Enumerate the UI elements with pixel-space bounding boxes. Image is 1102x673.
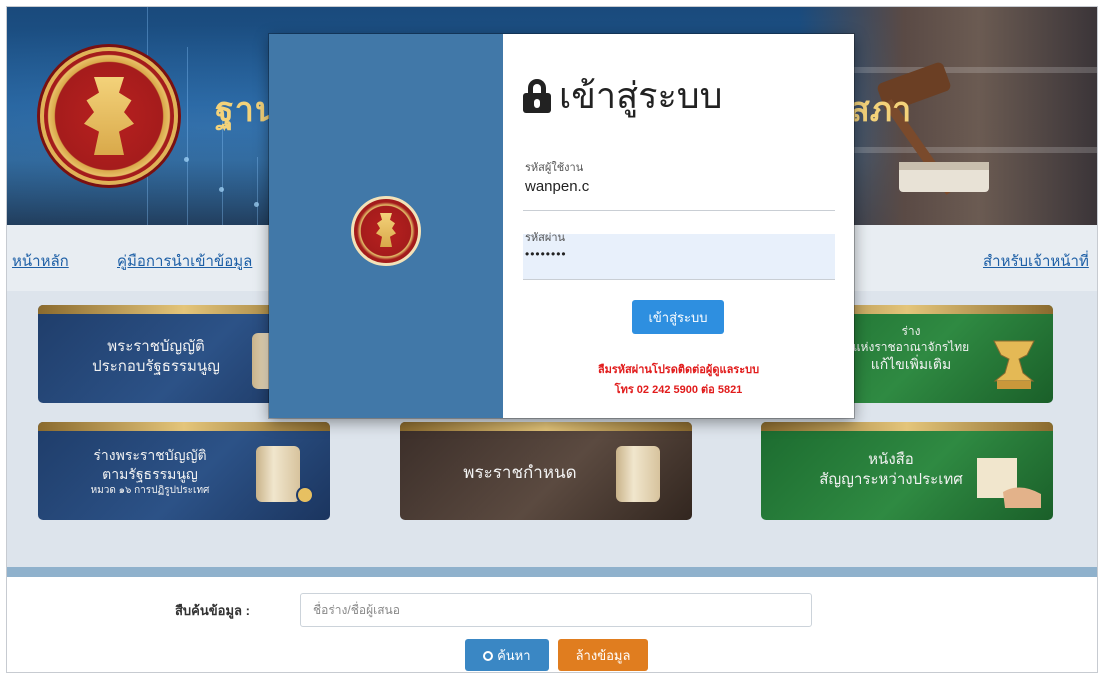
search-icon: [483, 650, 494, 661]
password-value: ••••••••: [525, 247, 567, 261]
tile-line: สัญญาระหว่างประเทศ: [819, 471, 963, 489]
contact-phone-note: โทร 02 242 5900 ต่อ 5821: [614, 384, 743, 396]
nav-home-link[interactable]: หน้าหลัก: [12, 249, 69, 273]
tile-line: พระราชบัญญัติ: [107, 338, 205, 355]
handshake-icon: [977, 458, 1041, 508]
phan-tray-icon: [993, 340, 1035, 389]
clear-button[interactable]: ล้างข้อมูล: [558, 639, 648, 671]
tile-reform-act[interactable]: ร่างพระราชบัญญัติ ตามรัฐธรรมนูญ หมวด ๑๖ …: [38, 422, 330, 520]
username-label: รหัสผู้ใช้งาน: [525, 162, 584, 174]
banner-title-right: สภา: [849, 90, 912, 130]
section-divider: [7, 567, 1097, 577]
search-label: สืบค้นข้อมูล :: [175, 603, 250, 618]
username-underline: [523, 210, 835, 211]
tile-line: หมวด ๑๖ การปฏิรูปประเทศ: [90, 484, 210, 496]
forgot-password-note: ลืมรหัสผ่านโปรดติดต่อผู้ดูแลระบบ: [597, 364, 760, 376]
username-field[interactable]: wanpen.c: [525, 178, 589, 195]
login-title: เข้าสู่ระบบ: [523, 67, 722, 124]
parliament-seal-logo: [40, 47, 178, 185]
modal-side-panel: [269, 34, 503, 418]
nav-staff-link[interactable]: สำหรับเจ้าหน้าที่: [983, 249, 1089, 273]
tile-line: ร่างพระราชบัญญัติ: [93, 447, 207, 463]
tile-international-treaty[interactable]: หนังสือ สัญญาระหว่างประเทศ: [761, 422, 1053, 520]
login-form: เข้าสู่ระบบ รหัสผู้ใช้งาน wanpen.c รหัสผ…: [503, 34, 854, 418]
search-section: สืบค้นข้อมูล : ค้นหา ล้างข้อมูล: [7, 577, 1097, 672]
tile-line: ตามรัฐธรรมนูญ: [102, 465, 198, 482]
search-button-label: ค้นหา: [497, 647, 531, 663]
scroll-icon: [616, 446, 660, 502]
login-modal: เข้าสู่ระบบ รหัสผู้ใช้งาน wanpen.c รหัสผ…: [269, 34, 854, 418]
page-frame: ฐาน สภา หน้าหลัก คู่มือการนำเข้าข้อมูล ส…: [6, 6, 1098, 673]
tile-line: พระราชกำหนด: [463, 463, 577, 482]
search-input[interactable]: [300, 593, 812, 627]
nav-manual-link[interactable]: คู่มือการนำเข้าข้อมูล: [117, 249, 252, 273]
scroll-icon: [256, 446, 300, 502]
tile-royal-decree[interactable]: พระราชกำหนด: [400, 422, 692, 520]
parliament-seal-logo: [351, 196, 421, 266]
login-button[interactable]: เข้าสู่ระบบ: [632, 300, 724, 334]
password-label: รหัสผ่าน: [525, 232, 566, 244]
search-button[interactable]: ค้นหา: [465, 639, 549, 671]
lock-icon: [523, 78, 551, 113]
tile-line: หนังสือ: [868, 451, 914, 468]
tile-line: ประกอบรัฐธรรมนูญ: [92, 358, 220, 376]
login-title-text: เข้าสู่ระบบ: [559, 75, 723, 116]
password-field[interactable]: [523, 234, 835, 280]
seal-icon: [296, 486, 314, 504]
